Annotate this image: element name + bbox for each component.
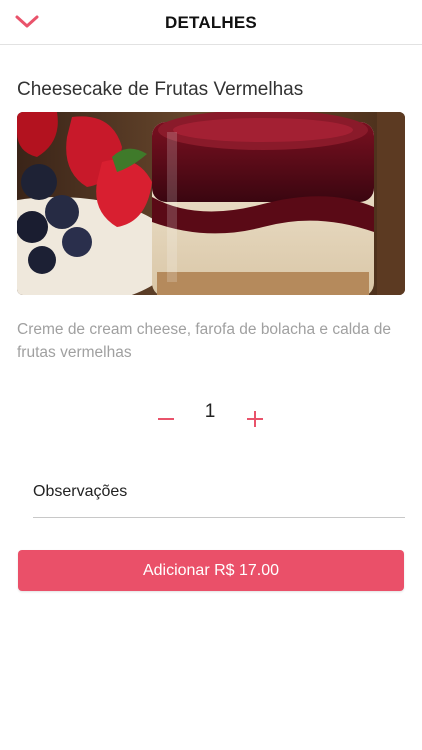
minus-icon[interactable] [154,404,178,428]
page-title: DETALHES [165,13,257,32]
product-name: Cheesecake de Frutas Vermelhas [17,79,304,100]
header-bar: DETALHES [0,0,422,45]
notes-field-container [33,476,405,518]
add-to-cart-button[interactable]: Adicionar R$ 17.00 [18,550,404,591]
product-description: Creme de cream cheese, farofa de bolacha… [17,321,391,361]
plus-icon[interactable] [243,404,267,428]
quantity-value: 1 [204,401,216,422]
quantity-stepper: 1 [150,398,272,438]
product-image [17,112,405,295]
notes-input[interactable] [33,476,405,508]
